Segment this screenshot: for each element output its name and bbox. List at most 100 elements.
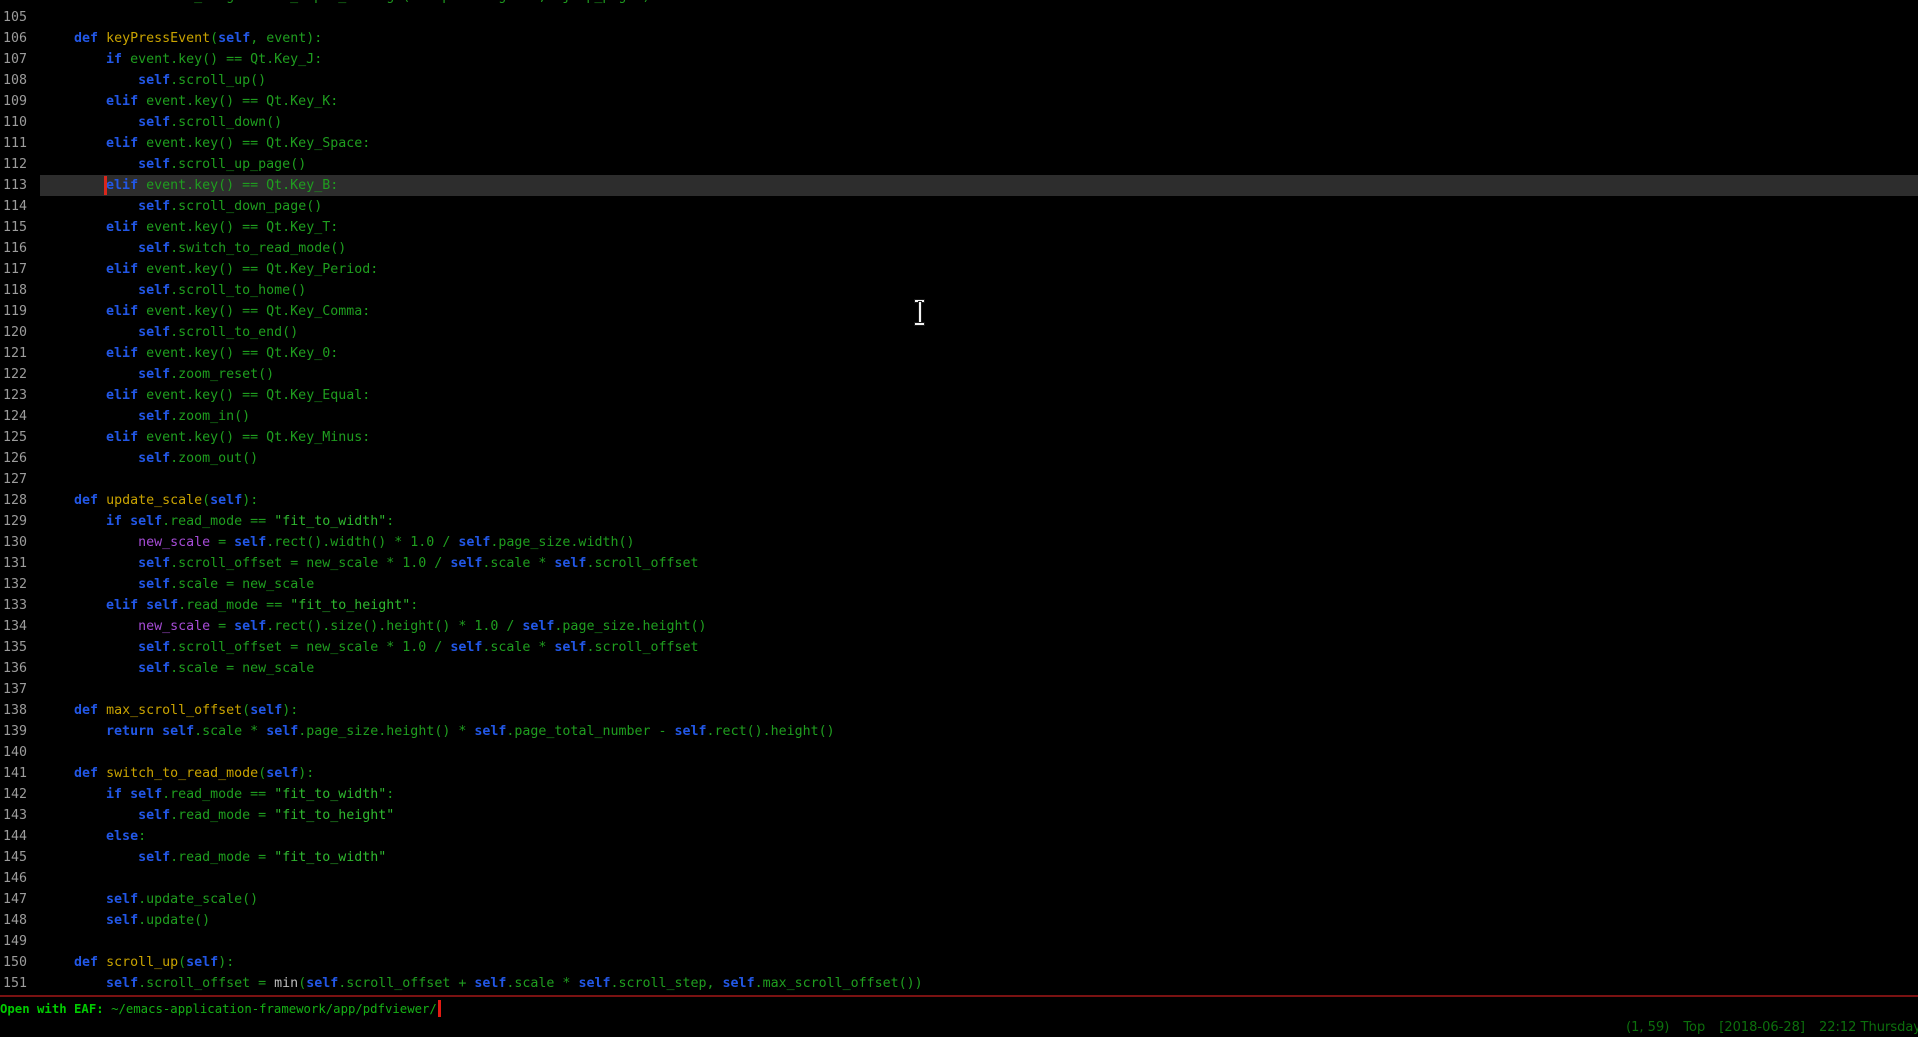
code-text[interactable]: self.scroll_offset = new_scale * 1.0 / s… — [40, 637, 1918, 658]
code-text[interactable]: else: — [40, 826, 1918, 847]
code-line[interactable]: 126 self.zoom_out() — [0, 448, 1918, 469]
code-line[interactable]: 116 self.switch_to_read_mode() — [0, 238, 1918, 259]
code-text[interactable]: elif event.key() == Qt.Key_Period: — [40, 259, 1918, 280]
code-line[interactable]: 113 elif event.key() == Qt.Key_B: — [0, 175, 1918, 196]
code-text[interactable]: self.scroll_up() — [40, 70, 1918, 91]
code-text[interactable]: new_scale = self.rect().width() * 1.0 / … — [40, 532, 1918, 553]
code-text[interactable]: def max_scroll_offset(self): — [40, 700, 1918, 721]
code-buffer[interactable]: self.buffer_widget.send_input_message("J… — [0, 0, 1918, 994]
code-text[interactable]: elif event.key() == Qt.Key_Comma: — [40, 301, 1918, 322]
code-text[interactable]: self.scroll_down() — [40, 112, 1918, 133]
code-text[interactable]: elif event.key() == Qt.Key_T: — [40, 217, 1918, 238]
code-line[interactable]: 124 self.zoom_in() — [0, 406, 1918, 427]
code-text[interactable]: elif self.read_mode == "fit_to_height": — [40, 595, 1918, 616]
code-line[interactable]: 135 self.scroll_offset = new_scale * 1.0… — [0, 637, 1918, 658]
code-text[interactable]: elif event.key() == Qt.Key_Equal: — [40, 385, 1918, 406]
code-text[interactable]: self.update() — [40, 910, 1918, 931]
code-text[interactable] — [40, 469, 1918, 490]
code-text[interactable]: self.switch_to_read_mode() — [40, 238, 1918, 259]
code-text[interactable]: def scroll_up(self): — [40, 952, 1918, 973]
code-line[interactable]: 119 elif event.key() == Qt.Key_Comma: — [0, 301, 1918, 322]
code-line[interactable]: 148 self.update() — [0, 910, 1918, 931]
code-line[interactable]: 127 — [0, 469, 1918, 490]
code-text[interactable]: self.scroll_to_end() — [40, 322, 1918, 343]
code-line[interactable]: 137 — [0, 679, 1918, 700]
code-line[interactable]: 109 elif event.key() == Qt.Key_K: — [0, 91, 1918, 112]
code-text[interactable]: if self.read_mode == "fit_to_width": — [40, 511, 1918, 532]
minibuffer-input[interactable]: ~/emacs-application-framework/app/pdfvie… — [111, 1002, 437, 1016]
code-line[interactable]: 149 — [0, 931, 1918, 952]
code-line[interactable]: self.buffer_widget.send_input_message("J… — [0, 0, 1918, 7]
code-line[interactable]: 105 — [0, 7, 1918, 28]
code-line[interactable]: 131 self.scroll_offset = new_scale * 1.0… — [0, 553, 1918, 574]
code-text[interactable]: def keyPressEvent(self, event): — [40, 28, 1918, 49]
code-line[interactable]: 130 new_scale = self.rect().width() * 1.… — [0, 532, 1918, 553]
code-text[interactable]: self.read_mode = "fit_to_width" — [40, 847, 1918, 868]
code-line[interactable]: 140 — [0, 742, 1918, 763]
code-text[interactable] — [40, 868, 1918, 889]
code-text[interactable]: if event.key() == Qt.Key_J: — [40, 49, 1918, 70]
code-text[interactable] — [40, 742, 1918, 763]
code-text[interactable]: self.buffer_widget.send_input_message("J… — [40, 0, 1918, 7]
code-text[interactable]: def switch_to_read_mode(self): — [40, 763, 1918, 784]
code-text[interactable]: elif event.key() == Qt.Key_0: — [40, 343, 1918, 364]
code-line[interactable]: 138 def max_scroll_offset(self): — [0, 700, 1918, 721]
code-text[interactable]: elif event.key() == Qt.Key_Space: — [40, 133, 1918, 154]
code-line[interactable]: 151 self.scroll_offset = min(self.scroll… — [0, 973, 1918, 994]
code-line[interactable]: 120 self.scroll_to_end() — [0, 322, 1918, 343]
code-text[interactable]: self.scale = new_scale — [40, 658, 1918, 679]
code-line[interactable]: 132 self.scale = new_scale — [0, 574, 1918, 595]
code-line[interactable]: 139 return self.scale * self.page_size.h… — [0, 721, 1918, 742]
code-token — [42, 430, 106, 445]
code-line[interactable]: 144 else: — [0, 826, 1918, 847]
code-line[interactable]: 111 elif event.key() == Qt.Key_Space: — [0, 133, 1918, 154]
code-line[interactable]: 115 elif event.key() == Qt.Key_T: — [0, 217, 1918, 238]
code-text[interactable]: self.scroll_to_home() — [40, 280, 1918, 301]
code-line[interactable]: 133 elif self.read_mode == "fit_to_heigh… — [0, 595, 1918, 616]
code-text[interactable]: self.scroll_up_page() — [40, 154, 1918, 175]
code-line[interactable]: 147 self.update_scale() — [0, 889, 1918, 910]
code-text[interactable]: elif event.key() == Qt.Key_Minus: — [40, 427, 1918, 448]
code-line[interactable]: 110 self.scroll_down() — [0, 112, 1918, 133]
code-line[interactable]: 106 def keyPressEvent(self, event): — [0, 28, 1918, 49]
code-text[interactable]: elif event.key() == Qt.Key_B: — [40, 175, 1918, 196]
code-text[interactable]: self.zoom_in() — [40, 406, 1918, 427]
code-text[interactable] — [40, 679, 1918, 700]
code-line[interactable]: 141 def switch_to_read_mode(self): — [0, 763, 1918, 784]
code-line[interactable]: 136 self.scale = new_scale — [0, 658, 1918, 679]
code-text[interactable]: self.scroll_offset = new_scale * 1.0 / s… — [40, 553, 1918, 574]
code-text[interactable]: def update_scale(self): — [40, 490, 1918, 511]
code-text[interactable] — [40, 931, 1918, 952]
code-line[interactable]: 108 self.scroll_up() — [0, 70, 1918, 91]
code-text[interactable]: new_scale = self.rect().size().height() … — [40, 616, 1918, 637]
code-text[interactable]: return self.scale * self.page_size.heigh… — [40, 721, 1918, 742]
code-line[interactable]: 118 self.scroll_to_home() — [0, 280, 1918, 301]
minibuffer[interactable]: Open with EAF: ~/emacs-application-frame… — [0, 998, 441, 1019]
code-line[interactable]: 121 elif event.key() == Qt.Key_0: — [0, 343, 1918, 364]
code-line[interactable]: 142 if self.read_mode == "fit_to_width": — [0, 784, 1918, 805]
code-line[interactable]: 143 self.read_mode = "fit_to_height" — [0, 805, 1918, 826]
code-text[interactable]: self.scale = new_scale — [40, 574, 1918, 595]
code-line[interactable]: 146 — [0, 868, 1918, 889]
code-text[interactable] — [40, 7, 1918, 28]
code-line[interactable]: 129 if self.read_mode == "fit_to_width": — [0, 511, 1918, 532]
code-line[interactable]: 125 elif event.key() == Qt.Key_Minus: — [0, 427, 1918, 448]
code-line[interactable]: 114 self.scroll_down_page() — [0, 196, 1918, 217]
code-line[interactable]: 117 elif event.key() == Qt.Key_Period: — [0, 259, 1918, 280]
code-line[interactable]: 122 self.zoom_reset() — [0, 364, 1918, 385]
code-line[interactable]: 134 new_scale = self.rect().size().heigh… — [0, 616, 1918, 637]
code-text[interactable]: self.read_mode = "fit_to_height" — [40, 805, 1918, 826]
code-line[interactable]: 145 self.read_mode = "fit_to_width" — [0, 847, 1918, 868]
code-text[interactable]: self.update_scale() — [40, 889, 1918, 910]
code-text[interactable]: self.scroll_offset = min(self.scroll_off… — [40, 973, 1918, 994]
code-line[interactable]: 123 elif event.key() == Qt.Key_Equal: — [0, 385, 1918, 406]
code-text[interactable]: self.zoom_reset() — [40, 364, 1918, 385]
code-line[interactable]: 150 def scroll_up(self): — [0, 952, 1918, 973]
code-text[interactable]: if self.read_mode == "fit_to_width": — [40, 784, 1918, 805]
code-line[interactable]: 112 self.scroll_up_page() — [0, 154, 1918, 175]
code-line[interactable]: 107 if event.key() == Qt.Key_J: — [0, 49, 1918, 70]
code-text[interactable]: self.scroll_down_page() — [40, 196, 1918, 217]
code-text[interactable]: elif event.key() == Qt.Key_K: — [40, 91, 1918, 112]
code-line[interactable]: 128 def update_scale(self): — [0, 490, 1918, 511]
code-text[interactable]: self.zoom_out() — [40, 448, 1918, 469]
